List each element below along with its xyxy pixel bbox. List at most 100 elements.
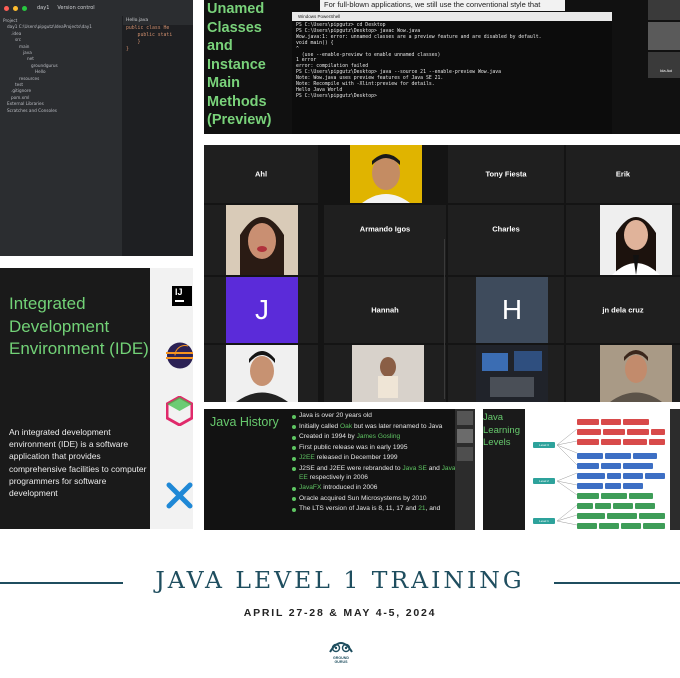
history-text: J2SE and J2EE were rebranded to Java SE … xyxy=(299,465,456,482)
level-node: Level 2 xyxy=(533,478,555,484)
maximize-window-icon[interactable] xyxy=(22,5,27,11)
participant-name: Tony Fiesta xyxy=(485,169,527,179)
history-item: JavaFX introduced in 2006 xyxy=(292,484,456,493)
participant-tile[interactable]: Hannah xyxy=(324,277,446,343)
bullet-icon xyxy=(292,446,296,451)
bullet-icon xyxy=(292,435,296,440)
participant-tile[interactable]: H xyxy=(448,277,564,343)
bullet-icon xyxy=(292,425,296,430)
participant-strip xyxy=(455,409,475,530)
participant-tile[interactable]: jn dela cruz xyxy=(566,277,680,343)
unnamed-classes-slide: Unamed Classes and Instance Main Methods… xyxy=(204,0,680,134)
participant-tile[interactable] xyxy=(566,205,680,275)
history-text: The LTS version of Java is 8, 11, 17 and… xyxy=(299,505,440,514)
participant-photo xyxy=(476,345,548,402)
minimize-window-icon[interactable] xyxy=(13,5,18,11)
level-node: Level 1 xyxy=(533,518,555,524)
text-fragment: and xyxy=(426,464,442,472)
text-fragment: , and xyxy=(425,505,441,513)
participant-tile[interactable]: Erik xyxy=(566,145,680,203)
history-text: Created in 1994 by James Gosling xyxy=(299,433,400,442)
participant-tile[interactable] xyxy=(204,345,318,402)
participant-strip xyxy=(670,409,680,530)
participant-tile[interactable]: Ahl xyxy=(204,145,318,203)
highlighted-term: Oak xyxy=(340,422,353,430)
project-switcher[interactable]: day1 xyxy=(37,5,49,11)
vcs-menu[interactable]: Version control xyxy=(57,5,94,11)
text-fragment: but was later renamed to Java xyxy=(352,422,443,430)
console-line: PS C:\Users\pipgutz\Desktop> xyxy=(296,93,377,99)
java-history-slide: Java History Java is over 20 years old In… xyxy=(204,409,475,530)
participant-photo xyxy=(352,345,424,402)
participant-avatar: J xyxy=(226,277,298,343)
participant-tile[interactable]: Charles xyxy=(448,205,564,275)
code-line: } xyxy=(126,40,141,45)
editor-tab-hello[interactable]: Hello.java xyxy=(123,16,193,25)
participant-tile[interactable] xyxy=(204,205,318,275)
eclipse-logo-icon xyxy=(166,342,193,369)
training-title: JAVA LEVEL 1 TRAINING xyxy=(155,566,525,594)
highlighted-term: J2EE xyxy=(299,454,315,462)
participant-tile[interactable] xyxy=(324,345,446,402)
text-fragment: Oracle acquired Sun Microsystems by 2010 xyxy=(299,494,427,502)
close-window-icon[interactable] xyxy=(4,5,9,11)
video-call-grid: Ahl Tony Fiesta Erik Armando Igos Charle… xyxy=(204,145,680,402)
history-item: Created in 1994 by James Gosling xyxy=(292,433,456,442)
history-text: Java is over 20 years old xyxy=(299,412,372,421)
netbeans-logo-icon xyxy=(166,396,193,426)
ide-screenshot: day1 Version control Project day1 C:\User… xyxy=(0,0,193,256)
participant-tile[interactable] xyxy=(448,345,564,402)
bullet-icon xyxy=(292,497,296,502)
history-list: Java is over 20 years old Initially calle… xyxy=(292,412,456,516)
participant-name: Armando Igos xyxy=(359,224,411,234)
bullet-icon xyxy=(292,486,296,491)
slide-title: Unamed Classes and Instance Main Methods… xyxy=(207,1,272,128)
code-editor[interactable]: Hello.java public class He public stati … xyxy=(123,16,193,256)
history-item: J2EE released in December 1999 xyxy=(292,454,456,463)
participant-video: Ida Aoi xyxy=(648,52,680,78)
code-line: public stati xyxy=(126,33,173,38)
participant-name: Ahl xyxy=(254,169,268,179)
history-text: Initially called Oak but was later renam… xyxy=(299,423,442,432)
training-banner: JAVA LEVEL 1 TRAINING APRIL 27-28 & MAY … xyxy=(0,530,680,678)
text-fragment: First public release was in early 1995 xyxy=(299,443,408,451)
vscode-logo-icon xyxy=(166,482,193,509)
code-line: } xyxy=(126,47,129,52)
slide-title: Java History xyxy=(210,415,279,429)
participant-tile[interactable]: J xyxy=(204,277,318,343)
slide-caption: For full-blown applications, we still us… xyxy=(320,0,565,11)
text-fragment: The LTS version of Java is 8, 11, 17 and xyxy=(299,505,419,513)
highlighted-term: James Gosling xyxy=(356,433,401,441)
text-fragment: Initially called xyxy=(299,422,341,430)
history-item: Java is over 20 years old xyxy=(292,412,456,421)
training-dates: APRIL 27-28 & MAY 4-5, 2024 xyxy=(243,607,437,619)
history-text: JavaFX introduced in 2006 xyxy=(299,484,377,493)
learning-levels-slide: Java Learning Levels Level 3 Level 2 Lev… xyxy=(483,409,680,530)
ide-title-bar: day1 Version control xyxy=(0,0,193,16)
tree-node[interactable]: Scratches and Consoles xyxy=(3,108,119,114)
highlighted-term: JavaFX xyxy=(299,484,322,492)
code-line: public class He xyxy=(126,26,170,31)
history-item: First public release was in early 1995 xyxy=(292,444,456,453)
participant-tile[interactable]: Armando Igos xyxy=(324,205,446,275)
participant-video xyxy=(648,0,680,20)
bullet-icon xyxy=(292,456,296,461)
history-item: The LTS version of Java is 8, 11, 17 and… xyxy=(292,505,456,514)
participant-photo xyxy=(600,205,672,275)
ide-definition-slide: Integrated Development Environment (IDE)… xyxy=(0,268,193,529)
history-item: Initially called Oak but was later renam… xyxy=(292,423,456,432)
participant-video xyxy=(648,22,680,50)
history-item: Oracle acquired Sun Microsystems by 2010 xyxy=(292,495,456,504)
groundgurus-logo-icon: GROUND GURUS xyxy=(326,636,356,666)
participant-tile[interactable]: Tony Fiesta xyxy=(448,145,564,203)
participant-tile[interactable] xyxy=(566,345,680,402)
text-fragment: Created in 1994 by xyxy=(299,433,357,441)
bullet-icon xyxy=(292,467,296,472)
participant-tile[interactable] xyxy=(350,145,422,203)
text-fragment: Java is over 20 years old xyxy=(299,412,372,419)
participant-name: Erik xyxy=(615,169,631,179)
text-fragment: introduced in 2006 xyxy=(321,484,378,492)
highlighted-term: Java SE xyxy=(402,464,427,472)
bullet-icon xyxy=(292,507,296,512)
participant-name: Ida Aoi xyxy=(660,68,673,73)
